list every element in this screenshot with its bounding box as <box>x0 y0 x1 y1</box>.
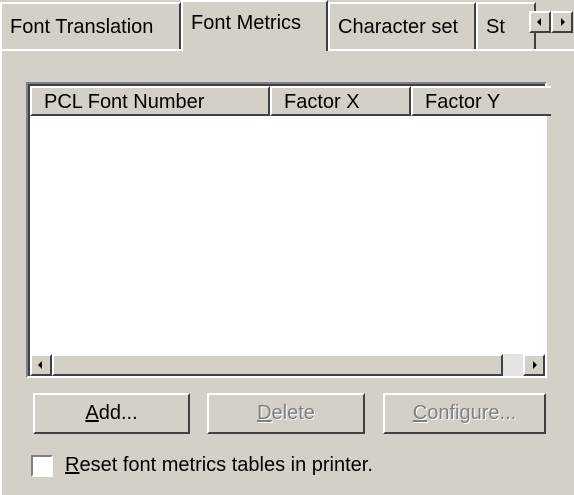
configure-button-mnemonic: C <box>412 402 428 424</box>
tab-scroll-right-button[interactable] <box>551 11 573 33</box>
tab-character-set-label: Character set <box>338 16 459 38</box>
column-header-label: Factor X <box>284 91 360 113</box>
reset-font-metrics-checkbox[interactable] <box>31 455 53 477</box>
column-header-label: PCL Font Number <box>44 91 205 113</box>
checkbox-mnemonic: R <box>65 454 80 476</box>
column-header-pcl-font-number[interactable]: PCL Font Number <box>30 86 270 116</box>
delete-button-mnemonic: D <box>257 402 272 424</box>
add-button[interactable]: Add... <box>33 393 190 434</box>
add-button-label: dd... <box>98 402 138 424</box>
column-header-label: Factor Y <box>425 91 501 113</box>
list-frame: PCL Font Number Factor X Factor Y <box>28 84 551 376</box>
left-arrow-icon <box>38 361 42 369</box>
tab-scroll-left-button[interactable] <box>529 11 551 33</box>
delete-button[interactable]: Delete <box>207 393 365 434</box>
tab-st-label: St <box>486 16 505 38</box>
tab-character-set[interactable]: Character set <box>328 2 476 51</box>
configure-button[interactable]: Configure... <box>383 393 546 434</box>
horizontal-scrollbar[interactable] <box>30 354 545 376</box>
tab-font-metrics[interactable]: Font Metrics <box>181 0 328 51</box>
checkbox-label-text: eset font metrics tables in printer. <box>79 454 373 476</box>
scroll-right-button[interactable] <box>523 354 545 376</box>
font-metrics-list[interactable]: PCL Font Number Factor X Factor Y <box>26 82 551 378</box>
configure-button-label: onfigure... <box>427 402 517 424</box>
tab-st[interactable]: St <box>476 2 536 51</box>
delete-button-label: elete <box>271 402 315 424</box>
add-button-mnemonic: A <box>85 402 99 424</box>
scroll-left-button[interactable] <box>30 354 52 376</box>
tab-font-translation[interactable]: Font Translation <box>0 2 181 51</box>
right-arrow-icon <box>533 361 537 369</box>
reset-font-metrics-label[interactable]: Reset font metrics tables in printer. <box>65 454 373 477</box>
tab-font-metrics-label: Font Metrics <box>191 12 302 34</box>
column-header-factor-y[interactable]: Factor Y <box>411 86 551 116</box>
left-arrow-icon <box>537 18 541 26</box>
column-header-factor-x[interactable]: Factor X <box>270 86 411 116</box>
tab-font-translation-label: Font Translation <box>10 16 154 38</box>
scroll-thumb[interactable] <box>52 354 503 376</box>
right-arrow-icon <box>561 18 565 26</box>
